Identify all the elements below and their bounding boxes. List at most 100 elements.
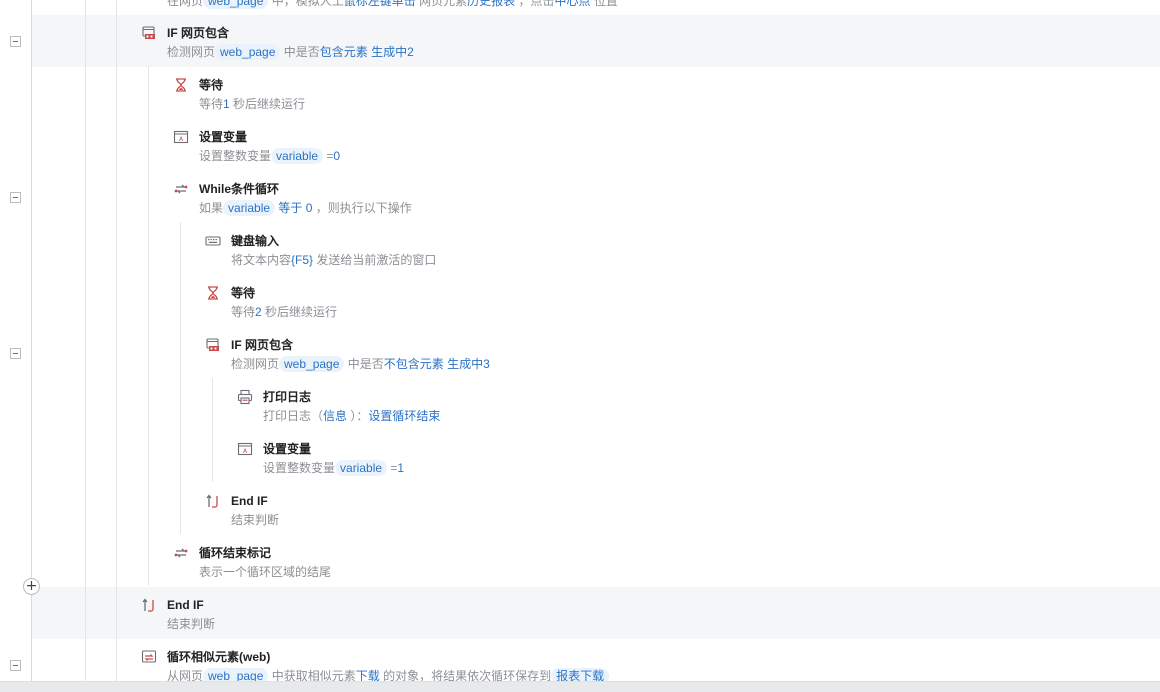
step-keyboard-input[interactable] [31, 223, 1160, 275]
desc-text: 结束判断 [231, 513, 280, 527]
step-title: While条件循环 [199, 182, 279, 196]
step-desc: 将文本内容{F5} 发送给当前激活的窗口 [231, 252, 436, 268]
desc-text: 中，模拟人工 [271, 0, 344, 8]
indent-guide [212, 378, 213, 482]
horizontal-scrollbar[interactable] [0, 681, 1160, 692]
indent-guide [116, 0, 117, 691]
collapse-toggle[interactable] [10, 36, 21, 47]
desc-text: 等待 [231, 305, 256, 319]
collapse-toggle[interactable] [10, 348, 21, 359]
desc-text: 等待 [199, 97, 224, 111]
print-icon [237, 389, 253, 405]
step-desc: 设置整数变量 variable =0 [199, 148, 340, 164]
param-value: 鼠标左键单击 [343, 0, 416, 8]
desc-text: 网页元素 [419, 0, 468, 8]
loop-icon [173, 181, 189, 197]
step-title: 打印日志 [263, 390, 312, 404]
end-if-icon [141, 597, 157, 613]
step-title: 循环结束标记 [199, 546, 272, 560]
hourglass-icon [205, 285, 221, 301]
desc-text: 如果 [199, 201, 224, 215]
param-value: 不包含元素 [383, 357, 444, 371]
indent-guide [85, 0, 86, 691]
variable-chip[interactable]: web_page [215, 44, 281, 60]
hourglass-icon [173, 77, 189, 93]
param-value: 生成中3 [447, 357, 490, 371]
step-end-if[interactable] [31, 483, 1160, 535]
desc-text: 在网页 [167, 0, 204, 8]
desc-text: 设置整数变量 [263, 461, 336, 475]
step-desc: 表示一个循环区域的结尾 [199, 564, 331, 580]
step-desc: 等待2 秒后继续运行 [231, 304, 337, 320]
desc-text: 检测网页 [167, 45, 216, 59]
desc-text: 秒后继续运行 [265, 305, 338, 319]
step-print-log[interactable] [31, 379, 1160, 431]
variable-chip[interactable]: web_page [203, 0, 269, 9]
flow-editor: + 在网页 web_page 中，模拟人工鼠标左键单击 网页元素历史报表 ，点击中… [0, 0, 1160, 691]
param-value: 历史报表 [467, 0, 516, 8]
param-value: 0 [305, 201, 313, 215]
step-desc: 结束判断 [231, 512, 279, 528]
variable-icon: A [237, 441, 253, 457]
desc-text: 将文本内容 [231, 253, 292, 267]
desc-text: 结束判断 [167, 617, 216, 631]
step-desc-partial: 在网页 web_page 中，模拟人工鼠标左键单击 网页元素历史报表 ，点击中心点… [167, 0, 618, 9]
step-title: 等待 [199, 78, 224, 92]
desc-text: 发送给当前激活的窗口 [316, 253, 437, 267]
param-value: 0 [333, 149, 341, 163]
step-title: IF 网页包含 [231, 338, 293, 352]
svg-text:A: A [179, 136, 184, 143]
param-value: 2 [255, 305, 262, 319]
step-desc: 等待1 秒后继续运行 [199, 96, 305, 112]
desc-text: 中是否 [347, 357, 384, 371]
step-desc: 结束判断 [167, 616, 215, 632]
loop-icon [173, 545, 189, 561]
param-value: 1 [223, 97, 230, 111]
step-desc: 设置整数变量 variable =1 [263, 460, 404, 476]
keyboard-icon [205, 233, 221, 249]
end-if-icon [205, 493, 221, 509]
step-title: 循环相似元素(web) [167, 650, 271, 664]
param-value: 等于 [278, 201, 303, 215]
step-title: End IF [167, 598, 204, 612]
step-title: 设置变量 [199, 130, 248, 144]
step-if-web-contains[interactable] [31, 327, 1160, 379]
step-desc: 检测网页 web_page 中是否不包含元素 生成中3 [231, 356, 490, 372]
step-set-variable[interactable] [31, 431, 1160, 483]
indent-guide [180, 222, 181, 534]
step-desc: 如果 variable 等于 0 ，则执行以下操作 [199, 200, 412, 216]
param-value: 生成中2 [371, 45, 414, 59]
step-desc: 检测网页 web_page 中是否包含元素 生成中2 [167, 44, 414, 60]
desc-text: ）： [350, 409, 369, 423]
desc-text: 中是否 [283, 45, 320, 59]
step-title: 键盘输入 [231, 234, 280, 248]
param-value: {F5} [291, 253, 314, 267]
loop-web-icon [141, 649, 157, 665]
variable-chip[interactable]: variable [223, 200, 276, 216]
indent-guide [148, 66, 149, 586]
variable-chip[interactable]: web_page [279, 356, 345, 372]
desc-text: ，点击 [518, 0, 555, 8]
variable-chip[interactable]: variable [271, 148, 324, 164]
collapse-toggle[interactable] [10, 192, 21, 203]
web-if-icon [205, 337, 221, 353]
desc-text: 表示一个循环区域的结尾 [199, 565, 332, 579]
variable-chip[interactable]: variable [335, 460, 388, 476]
desc-text: 打印日志（ [263, 409, 324, 423]
web-if-icon [141, 25, 157, 41]
desc-text: 检测网页 [231, 357, 280, 371]
param-value: 包含元素 [319, 45, 368, 59]
step-title: IF 网页包含 [167, 26, 229, 40]
step-wait[interactable] [31, 275, 1160, 327]
step-title: 等待 [231, 286, 256, 300]
param-value: 设置循环结束 [368, 409, 441, 423]
step-desc: 打印日志（信息 ）：设置循环结束 [263, 408, 440, 424]
desc-text: ，则执行以下操作 [315, 201, 412, 215]
step-title: End IF [231, 494, 268, 508]
desc-text: 设置整数变量 [199, 149, 272, 163]
step-title: 设置变量 [263, 442, 312, 456]
param-value: 中心点 [554, 0, 591, 8]
param-value: 1 [397, 461, 405, 475]
add-step-button[interactable]: + [23, 578, 40, 595]
collapse-toggle[interactable] [10, 660, 21, 671]
